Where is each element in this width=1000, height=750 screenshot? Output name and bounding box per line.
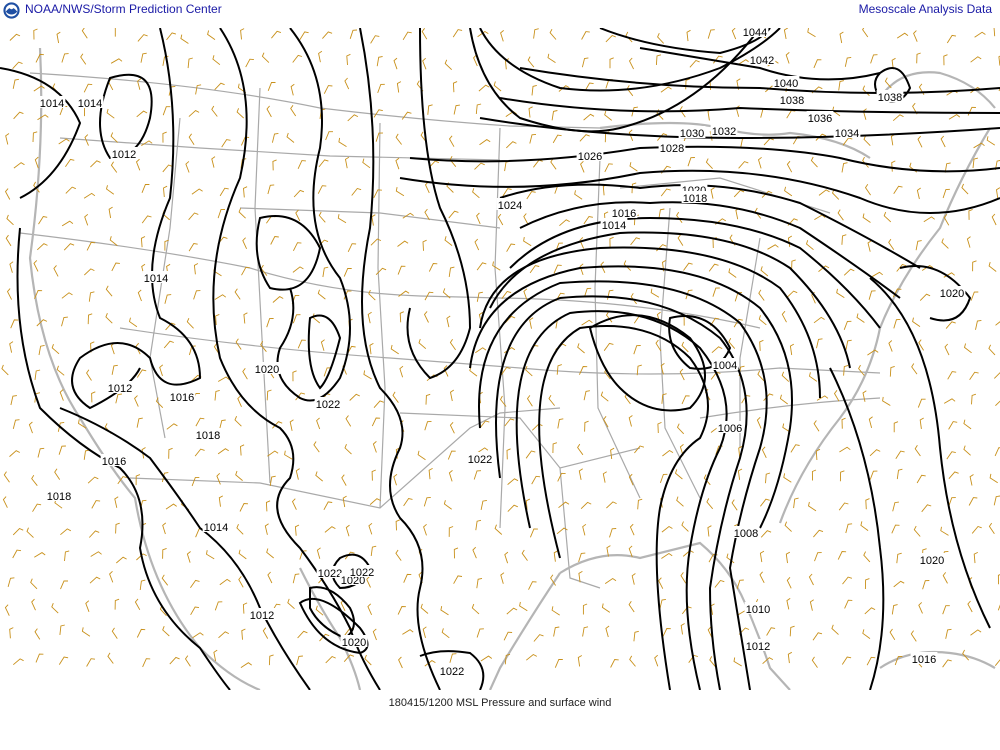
- isobar-label: 1018: [683, 193, 707, 205]
- isobar-label: 1014: [78, 98, 102, 110]
- isobar-label: 1016: [912, 654, 936, 666]
- isobar-label: 1012: [250, 610, 274, 622]
- isobar-label: 1020: [255, 364, 279, 376]
- isobar-label: 1022: [440, 666, 464, 678]
- isobar-label: 1014: [40, 98, 64, 110]
- isobar-label: 1020: [940, 288, 964, 300]
- isobar-label: 1016: [102, 456, 126, 468]
- isobar-label: 1012: [112, 149, 136, 161]
- isobar-label: 1024: [498, 200, 522, 212]
- isobar-label: 1038: [878, 92, 902, 104]
- isobar-label: 1012: [746, 641, 770, 653]
- isobar-label: 1020: [342, 637, 366, 649]
- isobar-label: 1014: [204, 522, 228, 534]
- isobar-label: 1022: [316, 399, 340, 411]
- isobar-label: 1006: [718, 423, 742, 435]
- isobar-label: 1010: [746, 604, 770, 616]
- isobar-label: 1042: [750, 55, 774, 67]
- isobar-label: 1034: [835, 128, 859, 140]
- isobar-label: 1022: [350, 567, 374, 579]
- isobar-label: 1032: [712, 126, 736, 138]
- isobar-label: 1014: [602, 220, 626, 232]
- isobar-label: 1004: [713, 360, 737, 372]
- product-title: Mesoscale Analysis Data: [858, 2, 992, 16]
- isobar-label: 1036: [808, 113, 832, 125]
- map-caption: 180415/1200 MSL Pressure and surface win…: [388, 697, 612, 709]
- isobar-label: 1022: [318, 568, 342, 580]
- isobar-label: 1038: [780, 95, 804, 107]
- agency-title: NOAA/NWS/Storm Prediction Center: [25, 2, 222, 16]
- isobar-label: 1030: [680, 128, 704, 140]
- pressure-map: 1044 10421040 1038 1038 10361034 1032 1030 1028…: [0, 28, 1000, 690]
- isobar-label: 1016: [170, 392, 194, 404]
- noaa-logo-icon: [3, 2, 20, 19]
- isobar-label: 1018: [47, 491, 71, 503]
- isobar-label: 1014: [144, 273, 168, 285]
- isobar-label: 1020: [920, 555, 944, 567]
- isobar-label: 1008: [734, 528, 758, 540]
- isobar-label: 1044: [743, 28, 767, 39]
- isobar-label: 1040: [774, 78, 798, 90]
- isobar-label: 1012: [108, 383, 132, 395]
- isobar-label: 1026: [578, 151, 602, 163]
- isobar-label: 1018: [196, 430, 220, 442]
- header-bar: NOAA/NWS/Storm Prediction Center Mesosca…: [0, 0, 1000, 20]
- isobar-label: 1022: [468, 454, 492, 466]
- isobar-label: 1028: [660, 143, 684, 155]
